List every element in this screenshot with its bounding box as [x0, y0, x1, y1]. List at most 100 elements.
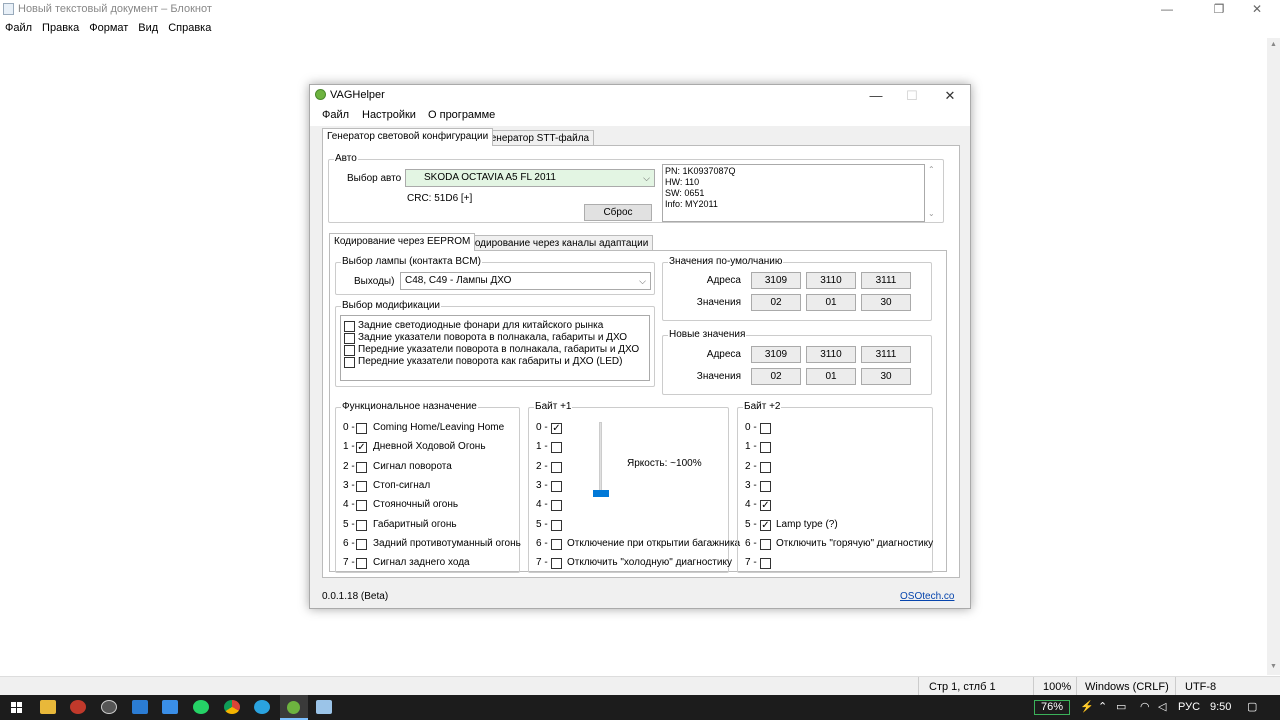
scroll-up-icon[interactable]: ▲	[1270, 40, 1278, 50]
mod-checkbox-1[interactable]	[344, 333, 355, 344]
website-link[interactable]: OSOtech.co	[900, 591, 954, 602]
info-scroll-up-icon[interactable]: ⌃	[928, 165, 935, 174]
func-checkbox-6[interactable]	[356, 538, 367, 550]
plug-icon[interactable]: ⚡	[1080, 695, 1094, 720]
auto-group: Авто Выбор авто SKODA OCTAVIA A5 FL 2011…	[328, 153, 944, 223]
maximize-button[interactable]: ☐	[894, 85, 930, 106]
menu-settings[interactable]: Настройки	[362, 109, 416, 121]
brightness-slider[interactable]	[593, 422, 609, 502]
scroll-down-icon[interactable]: ▼	[1270, 662, 1278, 672]
clock-app-icon[interactable]	[101, 700, 117, 714]
byte2-checkbox-4[interactable]: ✓	[760, 500, 771, 512]
store-icon[interactable]	[132, 700, 148, 714]
network-icon[interactable]: ▭	[1116, 695, 1126, 720]
slider-thumb[interactable]	[593, 490, 609, 497]
menu-about[interactable]: О программе	[428, 109, 495, 121]
info-info: Info: MY2011	[665, 199, 718, 209]
new-val-0: 02	[751, 368, 801, 385]
byte2-checkbox-2[interactable]	[760, 461, 771, 473]
minimize-icon[interactable]: —	[1144, 0, 1190, 18]
tab-stt-generator[interactable]: Генератор STT-файла	[481, 130, 595, 146]
wifi-icon[interactable]: ◠	[1140, 695, 1150, 720]
notepad-menubar: Файл Правка Формат Вид Справка	[0, 20, 1280, 36]
notepad-scrollbar[interactable]: ▲ ▼	[1267, 38, 1280, 675]
info-scroll-down-icon[interactable]: ⌄	[928, 209, 935, 218]
byte1-index-0: 0 -	[536, 422, 548, 433]
func-checkbox-7[interactable]	[356, 558, 367, 570]
file-explorer-icon[interactable]	[40, 700, 56, 714]
menu-help[interactable]: Справка	[168, 22, 211, 34]
eeprom-panel: Выбор лампы (контакта BCM) Выходы) C48, …	[329, 250, 947, 573]
func-label-6: Задний противотуманный огонь	[373, 537, 521, 549]
status-encoding: UTF-8	[1185, 681, 1217, 693]
menu-view[interactable]: Вид	[138, 22, 158, 34]
func-index-0: 0 -	[343, 422, 355, 433]
subtab-adaptation[interactable]: Кодирование через каналы адаптации	[464, 235, 654, 251]
close-icon[interactable]: ✕	[1234, 0, 1280, 18]
notepad-taskbar-icon[interactable]	[316, 700, 332, 714]
volume-icon[interactable]: ◁	[1158, 695, 1166, 720]
byte1-label-7: Отключить "холодную" диагностику	[567, 557, 732, 569]
byte2-checkbox-1[interactable]	[760, 442, 771, 454]
brightness-label: Яркость: ~100%	[627, 458, 702, 469]
ecu-info-box[interactable]: PN: 1K0937087Q HW: 110 SW: 0651 Info: MY…	[662, 164, 925, 222]
tab-light-config[interactable]: Генератор световой конфигурации	[322, 128, 494, 146]
notifications-icon[interactable]: ▢	[1247, 695, 1257, 720]
byte1-checkbox-6[interactable]	[551, 538, 562, 550]
mod-checkbox-0[interactable]	[344, 321, 355, 332]
byte2-checkbox-0[interactable]	[760, 423, 771, 434]
battery-indicator[interactable]: 76%	[1034, 700, 1070, 715]
byte1-checkbox-5[interactable]	[551, 519, 562, 531]
vaghelper-taskbar-button[interactable]	[280, 695, 308, 720]
mod-list[interactable]: Задние светодиодные фонари для китайског…	[340, 315, 650, 381]
language-indicator[interactable]: РУС	[1178, 695, 1200, 720]
byte2-checkbox-3[interactable]	[760, 480, 771, 492]
outputs-select[interactable]: C48, C49 - Лампы ДХО ⌵	[400, 272, 651, 290]
mod-group-label: Выбор модификации	[341, 300, 441, 312]
byte1-checkbox-7[interactable]	[551, 558, 562, 570]
new-addr-2: 3111	[861, 346, 911, 363]
chrome-icon[interactable]	[224, 700, 240, 714]
windows-start-icon[interactable]	[11, 702, 23, 714]
func-checkbox-3[interactable]	[356, 480, 367, 492]
func-label-1: Дневной Ходовой Огонь	[373, 441, 486, 453]
clock-time[interactable]: 9:50	[1210, 695, 1231, 720]
byte2-checkbox-7[interactable]	[760, 558, 771, 570]
minimize-button[interactable]: —	[858, 85, 894, 106]
status-position: Стр 1, стлб 1	[929, 681, 996, 693]
byte2-checkbox-6[interactable]	[760, 538, 771, 550]
byte1-index-1: 1 -	[536, 441, 548, 453]
func-checkbox-1[interactable]: ✓	[356, 442, 367, 454]
menu-edit[interactable]: Правка	[42, 22, 79, 34]
func-checkbox-0[interactable]	[356, 423, 367, 434]
mod-checkbox-2[interactable]	[344, 345, 355, 356]
menu-format[interactable]: Формат	[89, 22, 128, 34]
byte2-checkbox-5[interactable]: ✓	[760, 519, 771, 531]
byte1-checkbox-2[interactable]	[551, 461, 562, 473]
reset-button[interactable]: Сброс	[584, 204, 652, 221]
close-button[interactable]: ✕	[932, 85, 968, 106]
byte1-checkbox-1[interactable]	[551, 442, 562, 454]
func-checkbox-2[interactable]	[356, 461, 367, 473]
app-icon[interactable]	[70, 700, 86, 714]
car-select[interactable]: SKODA OCTAVIA A5 FL 2011 ⌵	[405, 169, 655, 187]
byte1-index-6: 6 -	[536, 537, 548, 549]
func-index-7: 7 -	[343, 557, 355, 569]
chevron-up-icon[interactable]: ⌃	[1098, 695, 1107, 720]
func-checkbox-5[interactable]	[356, 519, 367, 531]
new-addr-1: 3110	[806, 346, 856, 363]
menu-file[interactable]: Файл	[5, 22, 32, 34]
func-checkbox-4[interactable]	[356, 500, 367, 512]
byte1-checkbox-0[interactable]: ✓	[551, 423, 562, 434]
func-index-6: 6 -	[343, 537, 355, 549]
whatsapp-icon[interactable]	[193, 700, 209, 714]
notepad-statusbar: Стр 1, стлб 1 100% Windows (CRLF) UTF-8	[0, 676, 1280, 696]
byte1-checkbox-3[interactable]	[551, 480, 562, 492]
menu-app-file[interactable]: Файл	[322, 109, 349, 121]
byte1-checkbox-4[interactable]	[551, 500, 562, 512]
subtab-eeprom[interactable]: Кодирование через EEPROM	[329, 233, 476, 251]
mod-checkbox-3[interactable]	[344, 357, 355, 368]
telegram-icon[interactable]	[254, 700, 270, 714]
mod-label-0: Задние светодиодные фонари для китайског…	[358, 320, 604, 331]
mail-icon[interactable]	[162, 700, 178, 714]
